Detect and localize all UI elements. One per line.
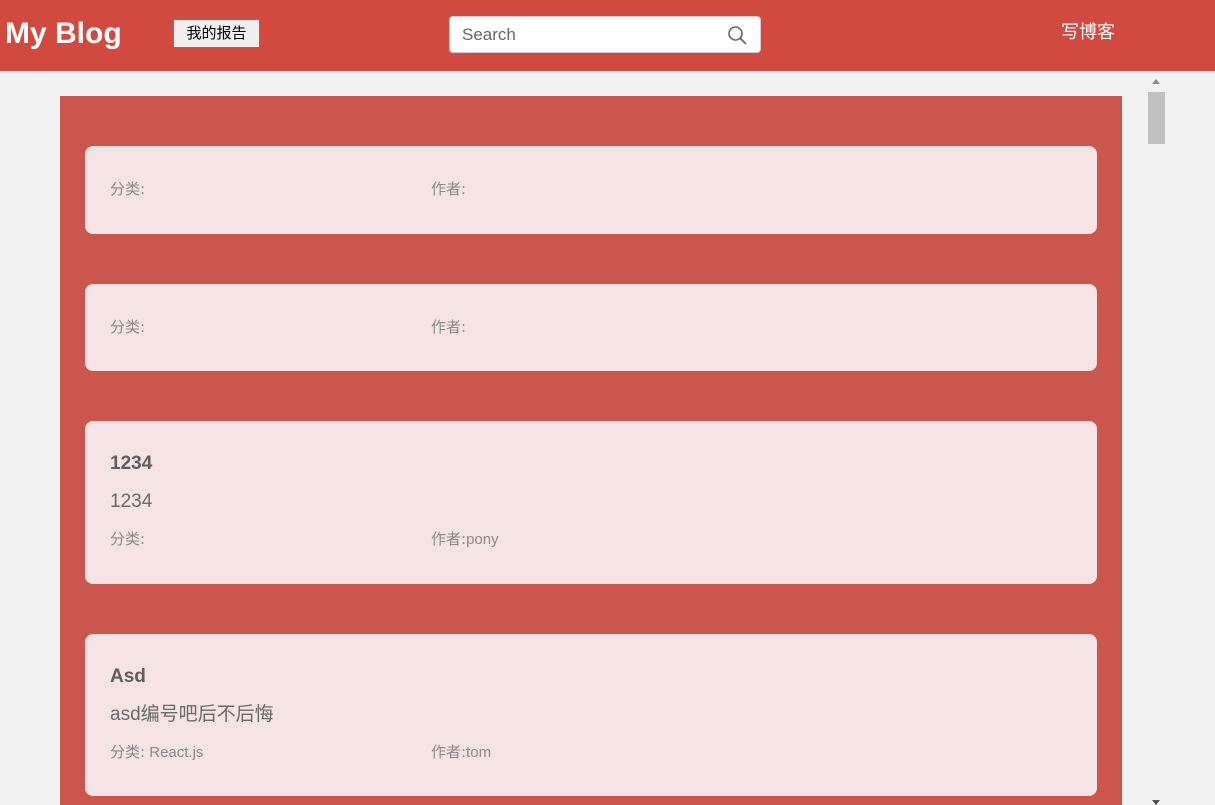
- scroll-down-arrow-icon[interactable]: [1152, 800, 1160, 805]
- post-author: 作者:: [431, 318, 466, 337]
- search-input[interactable]: [462, 17, 722, 52]
- post-title[interactable]: 1234: [110, 453, 152, 475]
- post-category: 分类: React.js: [110, 743, 203, 762]
- post-category: 分类:: [110, 530, 145, 549]
- post-author: 作者:tom: [431, 743, 491, 762]
- author-label: 作者:: [431, 530, 467, 548]
- post-summary: asd编号吧后不后悔: [110, 704, 274, 725]
- post-category: 分类:: [110, 180, 145, 199]
- post-card[interactable]: Asd asd编号吧后不后悔 分类: React.js 作者:tom: [85, 634, 1097, 796]
- author-label: 作者:: [431, 180, 467, 198]
- post-card[interactable]: 分类: 作者:: [85, 284, 1097, 371]
- write-blog-link[interactable]: 写博客: [1061, 22, 1115, 44]
- author-value: pony: [466, 531, 499, 548]
- post-card[interactable]: 1234 1234 分类: 作者:pony: [85, 421, 1097, 584]
- author-value: tom: [466, 744, 492, 761]
- post-category: 分类:: [110, 318, 145, 337]
- brand-logo[interactable]: My Blog: [5, 14, 122, 54]
- post-summary: 1234: [110, 491, 153, 512]
- post-card[interactable]: 分类: 作者:: [85, 146, 1097, 234]
- search-icon[interactable]: [727, 25, 747, 45]
- post-author: 作者:: [431, 180, 466, 199]
- scroll-up-arrow-icon[interactable]: [1152, 79, 1160, 84]
- post-author: 作者:pony: [431, 530, 499, 549]
- vertical-scrollbar[interactable]: [1147, 71, 1165, 805]
- my-report-button[interactable]: 我的报告: [173, 19, 260, 48]
- category-label: 分类:: [110, 743, 146, 761]
- category-value: React.js: [149, 744, 204, 761]
- top-navbar: My Blog 我的报告 写博客: [0, 0, 1215, 71]
- category-label: 分类:: [110, 180, 146, 198]
- post-title[interactable]: Asd: [110, 666, 146, 688]
- author-label: 作者:: [431, 743, 467, 761]
- category-label: 分类:: [110, 318, 146, 336]
- author-label: 作者:: [431, 318, 467, 336]
- post-list-panel: 分类: 作者: 分类: 作者: 1234 1234 分类: 作者:pony As…: [60, 96, 1122, 805]
- scroll-thumb[interactable]: [1148, 92, 1165, 144]
- category-label: 分类:: [110, 530, 146, 548]
- search-box: [449, 16, 761, 53]
